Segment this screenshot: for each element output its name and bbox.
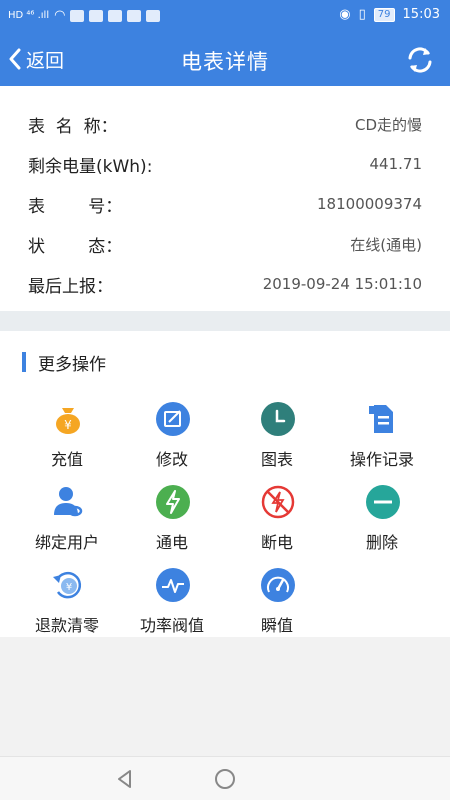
- info-value: 2019-09-24 15:01:10: [262, 275, 422, 293]
- info-row-meter-number: 表 号： 18100009374: [28, 184, 422, 224]
- pulse-icon: [156, 568, 190, 602]
- battery-indicator: 79: [373, 7, 395, 22]
- op-label: 退款清零: [34, 616, 99, 635]
- info-label: 剩余电量(kWh):: [28, 156, 153, 177]
- wifi-icon: ◠: [54, 8, 66, 23]
- info-label: 状 态：: [28, 236, 123, 257]
- meter-info-card: 表 名 称： CD走的慢 剩余电量(kWh): 441.71 表 号： 1810…: [0, 86, 450, 311]
- info-row-last-report: 最后上报： 2019-09-24 15:01:10: [28, 264, 422, 304]
- accent-bar: [22, 352, 26, 372]
- op-instant-value-button[interactable]: 瞬值: [225, 568, 329, 638]
- info-value: 在线(通电): [350, 235, 422, 254]
- notification-icon: [89, 9, 104, 22]
- more-operations-section: 更多操作 ¥ 充值 修改 图表 操作记录 绑定用户 通电 断电 删除 ¥ 退款清…: [0, 331, 450, 637]
- document-icon: [369, 405, 393, 433]
- info-label: 表 号：: [28, 196, 123, 217]
- op-label: 修改: [155, 450, 188, 469]
- status-right: ◉ ▯ 79 15:03: [339, 7, 440, 22]
- notification-icon: [127, 9, 142, 22]
- section-divider: [0, 311, 450, 331]
- power-on-icon: [156, 485, 190, 519]
- signal-icon: HD ⁴⁶ .ıll: [8, 10, 50, 21]
- status-bar: HD ⁴⁶ .ıll ◠ ◉ ▯ 79 15:03: [0, 0, 450, 32]
- vibrate-icon: ▯: [358, 7, 366, 22]
- home-circle-icon[interactable]: [213, 767, 237, 791]
- power-off-icon: [261, 485, 295, 519]
- notification-icon: [146, 9, 161, 22]
- status-icons: HD ⁴⁶ .ıll ◠: [8, 8, 161, 23]
- info-row-meter-name: 表 名 称： CD走的慢: [28, 104, 422, 144]
- op-label: 功率阀值: [139, 616, 204, 635]
- op-label: 操作记录: [349, 450, 414, 469]
- op-bind-user-button[interactable]: 绑定用户: [15, 485, 119, 555]
- money-bag-icon: ¥: [56, 408, 80, 434]
- op-chart-button[interactable]: 图表: [225, 402, 329, 472]
- refresh-icon: [408, 47, 432, 73]
- nav-bar: 返回 电表详情: [0, 32, 450, 86]
- section-title: 更多操作: [38, 354, 106, 375]
- system-navigation-bar: [0, 756, 450, 800]
- op-edit-button[interactable]: 修改: [120, 402, 224, 472]
- op-power-threshold-button[interactable]: 功率阀值: [120, 568, 224, 638]
- info-label: 表 名 称：: [28, 116, 118, 137]
- op-log-button[interactable]: 操作记录: [330, 402, 434, 472]
- clock: 15:03: [402, 7, 440, 22]
- op-label: 图表: [260, 450, 293, 469]
- info-row-remaining-power: 剩余电量(kWh): 441.71: [28, 144, 422, 184]
- user-link-icon: [54, 487, 83, 517]
- notification-icon: [70, 9, 85, 22]
- info-value: 441.71: [369, 155, 423, 173]
- op-label: 瞬值: [260, 616, 293, 635]
- op-label: 绑定用户: [34, 533, 99, 552]
- op-power-on-button[interactable]: 通电: [120, 485, 224, 555]
- page-title: 电表详情: [181, 50, 269, 74]
- edit-icon: [156, 402, 190, 436]
- section-header: 更多操作: [22, 351, 106, 375]
- refund-icon: ¥: [53, 571, 82, 599]
- op-label: 通电: [155, 533, 188, 552]
- refresh-button[interactable]: [404, 44, 436, 76]
- info-value: CD走的慢: [354, 115, 422, 134]
- info-row-status: 状 态： 在线(通电): [28, 224, 422, 264]
- notification-icon: [108, 9, 123, 22]
- info-label: 最后上报：: [28, 276, 113, 297]
- info-value: 18100009374: [317, 195, 422, 213]
- svg-text:¥: ¥: [66, 582, 72, 593]
- op-label: 删除: [365, 533, 398, 552]
- svg-text:¥: ¥: [64, 418, 72, 432]
- eye-icon: ◉: [339, 7, 351, 22]
- op-power-off-button[interactable]: 断电: [225, 485, 329, 555]
- op-label: 断电: [260, 533, 293, 552]
- back-triangle-icon[interactable]: [113, 767, 137, 791]
- minus-icon: [366, 485, 400, 519]
- op-recharge-button[interactable]: ¥ 充值: [15, 402, 119, 472]
- gauge-icon: [261, 568, 295, 602]
- op-delete-button[interactable]: 删除: [330, 485, 434, 555]
- op-refund-clear-button[interactable]: ¥ 退款清零: [15, 568, 119, 638]
- clock-chart-icon: [261, 402, 295, 436]
- op-label: 充值: [50, 450, 83, 469]
